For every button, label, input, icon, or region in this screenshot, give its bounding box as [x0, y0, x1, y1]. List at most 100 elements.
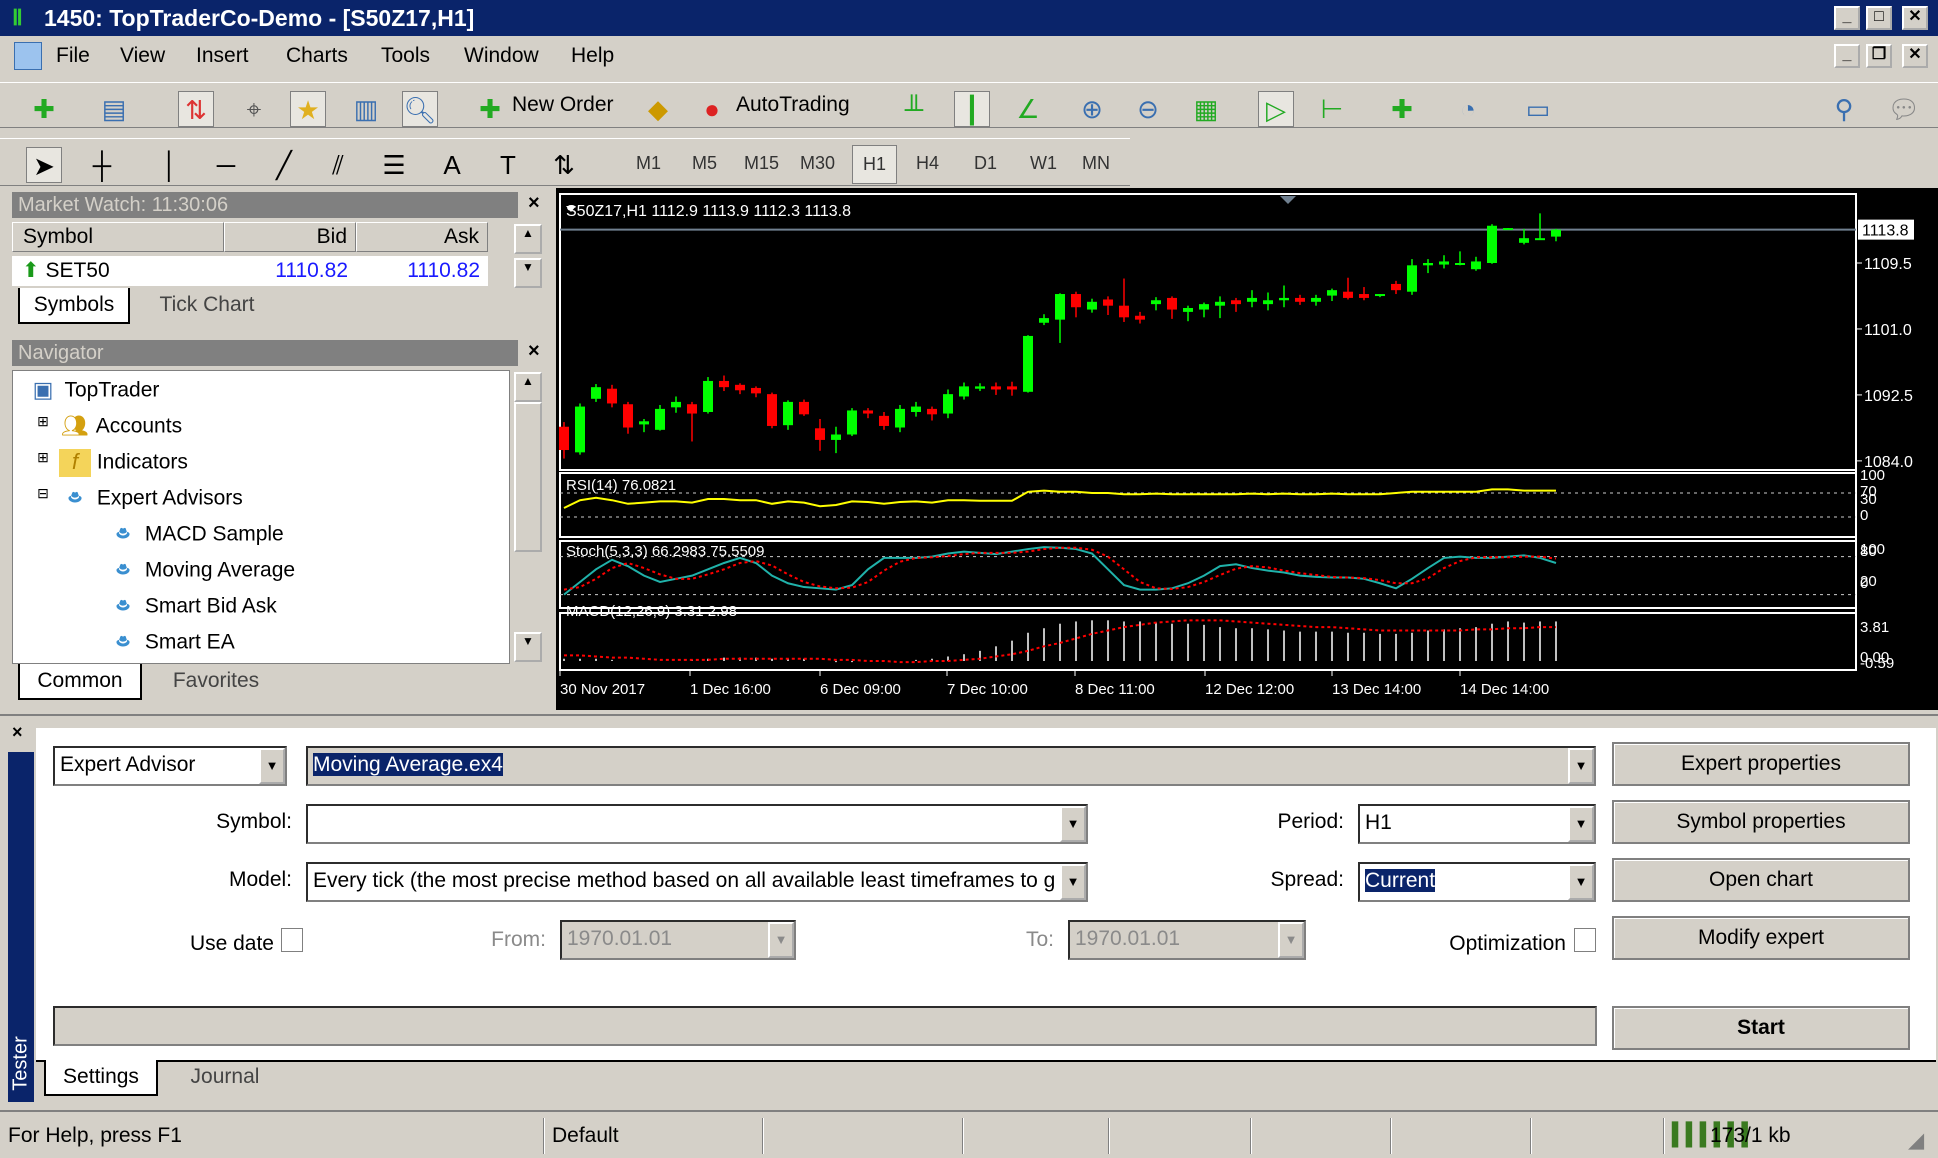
timeframe-m1[interactable]: M1 [636, 153, 661, 174]
new-chart-icon[interactable]: ✚ [26, 91, 62, 127]
horizontal-line-icon[interactable]: ─ [208, 147, 244, 183]
menu-view[interactable]: View [120, 44, 165, 68]
scroll-down-button[interactable]: ▼ [514, 258, 542, 288]
equidistant-channel-icon[interactable]: ⫽ [320, 147, 356, 183]
timeframe-h4[interactable]: H4 [916, 153, 939, 174]
navigator-close-icon[interactable]: × [528, 340, 540, 363]
trendline-icon[interactable]: ╱ [266, 147, 302, 183]
new-order-icon[interactable]: ✚ [472, 91, 508, 127]
resize-grip-icon[interactable]: ◢ [1908, 1128, 1924, 1153]
scrollbar-thumb[interactable] [514, 402, 542, 552]
tree-item-expert-advisors[interactable]: ⊟ 🎩︎ Expert Advisors [27, 485, 243, 513]
close-button[interactable]: ✕ [1902, 6, 1928, 30]
child-minimize-button[interactable]: _ [1834, 44, 1860, 68]
timeframe-m15[interactable]: M15 [744, 153, 779, 174]
timeframe-mn[interactable]: MN [1082, 153, 1110, 174]
menu-file[interactable]: File [56, 44, 90, 68]
expand-icon[interactable]: ⊞ [27, 449, 59, 477]
timeframe-d1[interactable]: D1 [974, 153, 997, 174]
timeframe-m5[interactable]: M5 [692, 153, 717, 174]
periods-icon[interactable]: ◔ [1450, 91, 1486, 127]
symbol-properties-button[interactable]: Symbol properties [1612, 800, 1910, 844]
zoom-out-icon[interactable]: ⊖ [1130, 91, 1166, 127]
child-restore-button[interactable]: ❐ [1866, 44, 1892, 68]
expert-select[interactable]: Moving Average.ex4 ▼ [306, 746, 1596, 786]
chevron-down-icon[interactable]: ▼ [259, 748, 285, 784]
use-date-checkbox[interactable] [281, 928, 303, 952]
menu-charts[interactable]: Charts [286, 44, 348, 68]
chevron-down-icon[interactable]: ▼ [1568, 748, 1594, 784]
chat-icon[interactable]: 💬︎ [1886, 91, 1922, 127]
chevron-down-icon[interactable]: ▼ [768, 922, 794, 958]
zoom-in-icon[interactable]: ⊕ [1074, 91, 1110, 127]
tester-close-icon[interactable]: × [12, 722, 23, 743]
navigator-icon[interactable]: ★ [290, 91, 326, 127]
price-chart[interactable]: 1113.81109.51101.01092.51084.0S50Z17,H1 … [556, 188, 1938, 710]
type-select[interactable]: Expert Advisor ▼ [53, 746, 287, 786]
scroll-up-button[interactable]: ▲ [514, 224, 542, 254]
start-button[interactable]: Start [1612, 1006, 1910, 1050]
tree-item-accounts[interactable]: ⊞ 👥︎ Accounts [27, 413, 182, 441]
search-icon[interactable]: ⚲ [1826, 91, 1862, 127]
spread-select[interactable]: Current ▼ [1358, 862, 1596, 902]
column-symbol[interactable]: Symbol [12, 222, 224, 252]
tree-item-indicators[interactable]: ⊞ f Indicators [27, 449, 188, 477]
open-chart-button[interactable]: Open chart [1612, 858, 1910, 902]
autotrading-button[interactable]: AutoTrading [736, 93, 850, 117]
chevron-down-icon[interactable]: ▼ [1060, 806, 1086, 842]
fibonacci-icon[interactable]: ☰ [376, 147, 412, 183]
menu-tools[interactable]: Tools [381, 44, 430, 68]
scroll-down-button[interactable]: ▼ [514, 632, 542, 662]
chevron-down-icon[interactable]: ▼ [1568, 864, 1594, 900]
data-window-icon[interactable]: ⌖ [236, 91, 272, 127]
candlestick-chart-icon[interactable]: ┃ [954, 91, 990, 127]
chevron-down-icon[interactable]: ▼ [1278, 922, 1304, 958]
auto-scroll-icon[interactable]: ▷ [1258, 91, 1294, 127]
model-select[interactable]: Every tick (the most precise method base… [306, 862, 1088, 902]
minimize-button[interactable]: _ [1834, 6, 1860, 30]
tab-settings[interactable]: Settings [44, 1060, 158, 1096]
text-label-icon[interactable]: T [490, 147, 526, 183]
symbol-select[interactable]: ▼ [306, 804, 1088, 844]
metaeditor-icon[interactable]: ◆ [640, 91, 676, 127]
tile-windows-icon[interactable]: ▦ [1188, 91, 1224, 127]
tab-favorites[interactable]: Favorites [154, 664, 278, 698]
maximize-button[interactable]: □ [1866, 6, 1892, 30]
strategy-tester-icon[interactable]: 🔍︎ [402, 91, 438, 127]
crosshair-icon[interactable]: ┼ [84, 147, 120, 183]
templates-icon[interactable]: ▭ [1520, 91, 1556, 127]
new-order-button[interactable]: New Order [512, 93, 614, 117]
tree-item-root[interactable]: ▣ TopTrader [27, 377, 160, 405]
table-row[interactable]: ⬆ SET50 [12, 256, 224, 286]
tab-tick-chart[interactable]: Tick Chart [142, 288, 272, 322]
column-ask[interactable]: Ask [356, 222, 488, 252]
from-date-picker[interactable]: 1970.01.01 ▼ [560, 920, 796, 960]
menu-help[interactable]: Help [571, 44, 614, 68]
collapse-icon[interactable]: ⊟ [27, 485, 59, 513]
optimization-checkbox[interactable] [1574, 928, 1596, 952]
market-watch-close-icon[interactable]: × [528, 192, 540, 215]
tree-item-expert[interactable]: 🎩︎ Smart EA [107, 629, 234, 657]
modify-expert-button[interactable]: Modify expert [1612, 916, 1910, 960]
tree-item-expert[interactable]: 🎩︎ Smart Bid Ask [107, 593, 277, 621]
text-icon[interactable]: A [434, 147, 470, 183]
timeframe-m30[interactable]: M30 [800, 153, 835, 174]
menu-insert[interactable]: Insert [196, 44, 249, 68]
vertical-line-icon[interactable]: │ [152, 147, 188, 183]
expand-icon[interactable]: ⊞ [27, 413, 59, 441]
tab-symbols[interactable]: Symbols [18, 288, 130, 324]
menu-window[interactable]: Window [464, 44, 539, 68]
chart-window[interactable]: 1113.8 1109.5 1101.0 1092.5 1084.0 S50Z17,H1 … [556, 188, 1938, 710]
tree-item-expert[interactable]: 🎩︎ MACD Sample [107, 521, 284, 549]
tree-item-expert[interactable]: 🎩︎ Moving Average [107, 557, 295, 585]
chevron-down-icon[interactable]: ▼ [1568, 806, 1594, 842]
autotrading-icon[interactable]: ● [694, 91, 730, 127]
expert-properties-button[interactable]: Expert properties [1612, 742, 1910, 786]
timeframe-w1[interactable]: W1 [1030, 153, 1057, 174]
cursor-icon[interactable]: ➤ [26, 147, 62, 183]
line-chart-icon[interactable]: ∠ [1010, 91, 1046, 127]
period-select[interactable]: H1 ▼ [1358, 804, 1596, 844]
child-close-button[interactable]: ✕ [1902, 44, 1928, 68]
tab-journal[interactable]: Journal [170, 1060, 280, 1094]
profiles-icon[interactable]: ▤ [96, 91, 132, 127]
